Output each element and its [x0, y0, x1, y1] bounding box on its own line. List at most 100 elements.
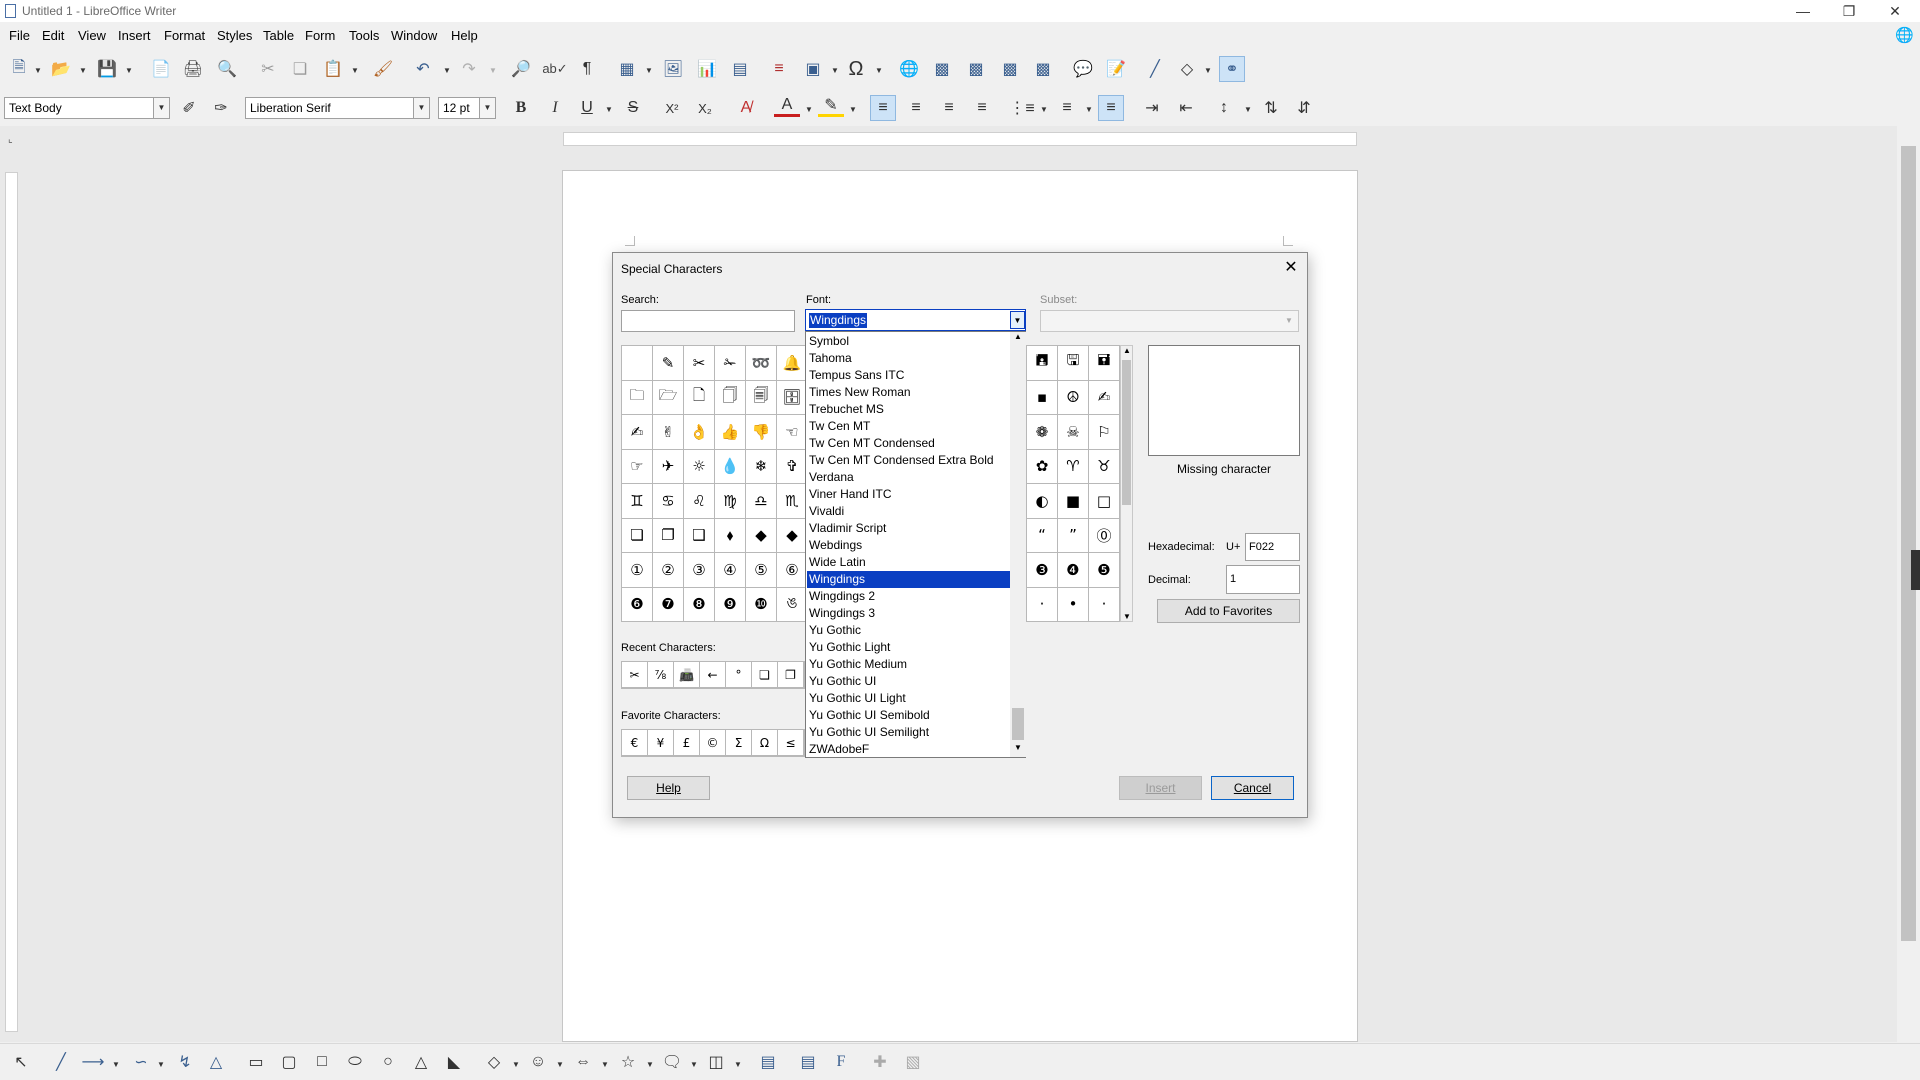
align-center-icon[interactable]: ≡ [903, 95, 929, 121]
cross-reference-icon[interactable]: ▩ [1030, 56, 1056, 82]
bookmark-icon[interactable]: ▩ [997, 56, 1023, 82]
character-cell[interactable]: ✁ [715, 346, 746, 381]
italic-icon[interactable]: I [542, 95, 568, 121]
font-size-select[interactable]: 12 pt ▼ [438, 97, 496, 119]
find-replace-icon[interactable]: 🔎 [508, 56, 534, 82]
character-cell[interactable]: 🗄 [777, 380, 808, 415]
new-document-icon[interactable]: 🗎 [6, 56, 32, 82]
chevron-down-icon[interactable]: ▼ [512, 1060, 520, 1069]
character-cell[interactable]: 🖫 [1058, 346, 1089, 381]
character-cell[interactable]: ⚐ [1089, 415, 1120, 450]
font-option[interactable]: Vladimir Script [807, 520, 1010, 537]
diamond-shapes-icon[interactable]: ◇ [481, 1049, 507, 1075]
decrease-indent-icon[interactable]: ⇤ [1173, 95, 1199, 121]
smiley-shapes-icon[interactable]: ☺ [525, 1049, 551, 1075]
character-cell[interactable]: ① [622, 553, 653, 588]
superscript-icon[interactable]: X² [659, 95, 685, 121]
line-icon[interactable]: ╱ [48, 1049, 74, 1075]
character-cell[interactable]: ❼ [653, 587, 684, 622]
scroll-up-icon[interactable]: ▲ [1012, 332, 1024, 341]
chevron-down-icon[interactable]: ▼ [605, 105, 613, 114]
stars-icon[interactable]: ☆ [615, 1049, 641, 1075]
menu-format[interactable]: Format [164, 28, 205, 43]
character-cell[interactable]: ❑ [684, 518, 715, 553]
paragraph-style-select[interactable]: Text Body ▼ [4, 97, 170, 119]
font-option[interactable]: Yu Gothic UI Light [807, 690, 1010, 707]
character-cell[interactable]: ✂ [684, 346, 715, 381]
chevron-down-icon[interactable]: ▼ [1085, 105, 1093, 114]
character-cell[interactable]: ❐ [653, 518, 684, 553]
print-icon[interactable]: 🖨 [180, 56, 206, 82]
character-cell[interactable]: ☮ [1058, 380, 1089, 415]
font-option[interactable]: Wingdings 2 [807, 588, 1010, 605]
help-button[interactable]: Help [627, 776, 710, 800]
font-option[interactable]: Viner Hand ITC [807, 486, 1010, 503]
chevron-down-icon[interactable]: ▼ [831, 66, 839, 75]
font-dropdown-list[interactable]: Symbol Tahoma Tempus Sans ITC Times New Rom… [805, 331, 1026, 758]
character-cell[interactable]: 🖪 [1027, 346, 1058, 381]
font-select[interactable]: Wingdings ▼ [805, 309, 1026, 331]
menu-form[interactable]: Form [305, 28, 335, 43]
favorite-character-cell[interactable]: Ω [752, 730, 778, 756]
chevron-down-icon[interactable]: ▼ [413, 98, 429, 118]
basic-shapes-icon[interactable]: ◇ [1174, 56, 1200, 82]
insert-line-icon[interactable]: ╱ [1142, 56, 1168, 82]
new-style-icon[interactable]: ✑ [208, 95, 234, 121]
font-option[interactable]: Verdana [807, 469, 1010, 486]
chevron-down-icon[interactable]: ▼ [479, 98, 495, 118]
favorite-characters[interactable]: € ¥ £ © Σ Ω ≤ [621, 729, 805, 757]
recent-character-cell[interactable]: ❐ [778, 662, 804, 688]
font-option[interactable]: Symbol [807, 333, 1010, 350]
character-cell[interactable]: ☠ [1058, 415, 1089, 450]
scrollbar-thumb[interactable] [1901, 146, 1916, 941]
character-cell[interactable]: ▪ [1027, 380, 1058, 415]
character-cell[interactable]: ✈ [653, 449, 684, 484]
connector-icon[interactable]: ↯ [172, 1049, 198, 1075]
rectangle-icon[interactable]: ▭ [243, 1049, 269, 1075]
character-cell[interactable]: ♌ [684, 484, 715, 519]
character-cell[interactable]: ■ [1058, 484, 1089, 519]
undo-icon[interactable]: ↶ [410, 56, 436, 82]
redo-icon[interactable]: ↷ [456, 56, 482, 82]
character-cell[interactable]: ③ [684, 553, 715, 588]
chevron-down-icon[interactable]: ▼ [875, 66, 883, 75]
extrusion-icon[interactable]: ▧ [900, 1049, 926, 1075]
character-cell[interactable]: ♊ [622, 484, 653, 519]
character-cell[interactable]: 🗁 [653, 380, 684, 415]
favorite-character-cell[interactable]: Σ [726, 730, 752, 756]
spelling-icon[interactable]: ab✓ [542, 56, 568, 82]
page-break-icon[interactable]: ≡ [766, 56, 792, 82]
flowchart-icon[interactable]: ◫ [703, 1049, 729, 1075]
character-cell[interactable]: ♉ [1089, 449, 1120, 484]
menu-insert[interactable]: Insert [118, 28, 151, 43]
character-cell[interactable]: 👎 [746, 415, 777, 450]
font-option[interactable]: Wingdings 3 [807, 605, 1010, 622]
chevron-down-icon[interactable]: ▼ [79, 66, 87, 75]
font-color-icon[interactable]: A [774, 95, 800, 117]
print-preview-icon[interactable]: 🔍 [214, 56, 240, 82]
insert-chart-icon[interactable]: 📊 [694, 56, 720, 82]
chevron-down-icon[interactable]: ▼ [34, 66, 42, 75]
paste-icon[interactable]: 📋 [320, 56, 346, 82]
track-changes-icon[interactable]: 📝 [1103, 56, 1129, 82]
minimize-icon[interactable]: — [1780, 0, 1826, 22]
character-cell[interactable]: 🗍 [715, 380, 746, 415]
vertical-ruler[interactable] [5, 172, 18, 1032]
triangle-icon[interactable]: △ [408, 1049, 434, 1075]
insert-button[interactable]: Insert [1119, 776, 1202, 800]
align-right-icon[interactable]: ≡ [936, 95, 962, 121]
character-cell[interactable] [622, 346, 653, 381]
increase-indent-icon[interactable]: ⇥ [1139, 95, 1165, 121]
recent-character-cell[interactable]: ⅞ [648, 662, 674, 688]
character-cell[interactable]: ❽ [684, 587, 715, 622]
cancel-button[interactable]: Cancel [1211, 776, 1294, 800]
character-cell[interactable]: ঙ [777, 587, 808, 622]
character-cell[interactable]: 🗋 [684, 380, 715, 415]
underline-icon[interactable]: U [574, 95, 600, 121]
chevron-down-icon[interactable]: ▼ [125, 66, 133, 75]
numbered-list-icon[interactable]: ≡ [1054, 95, 1080, 121]
character-cell[interactable]: ⓪ [1089, 518, 1120, 553]
character-cell[interactable]: ❹ [1058, 553, 1089, 588]
font-option[interactable]: Webdings [807, 537, 1010, 554]
character-grid-right[interactable]: 🖪 🖫 🖬 ▪ ☮ ✍ ❁ ☠ ⚐ ✿ ♈ ♉ ◐ ■ □ “” ⓪ ❸ ❹ ❺ · • · [1026, 345, 1120, 622]
